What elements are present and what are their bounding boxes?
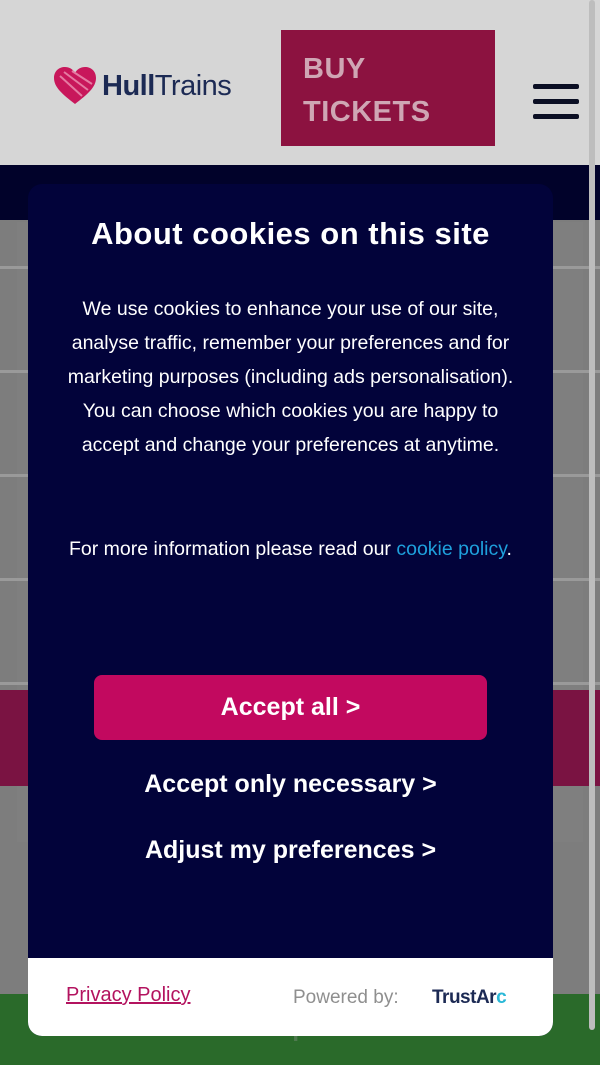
logo-text: HullTrains bbox=[102, 69, 232, 102]
trustarc-logo[interactable]: TrustArc bbox=[432, 987, 507, 1009]
cookie-consent-modal: About cookies on this site We use cookie… bbox=[28, 184, 553, 1036]
adjust-preferences-button[interactable]: Adjust my preferences > bbox=[28, 836, 553, 865]
modal-title: About cookies on this site bbox=[91, 216, 490, 251]
heart-logo-icon bbox=[54, 67, 96, 104]
powered-by-label: Powered by: bbox=[293, 987, 399, 1008]
modal-footer: Privacy Policy Powered by: TrustArc bbox=[28, 958, 553, 1036]
cookie-policy-link[interactable]: cookie policy bbox=[396, 538, 506, 560]
scrollbar[interactable] bbox=[589, 0, 595, 1030]
more-info-text: For more information please read our coo… bbox=[69, 538, 512, 560]
site-header: HullTrains BUY TICKETS bbox=[0, 0, 600, 165]
buy-tickets-button[interactable]: BUY TICKETS bbox=[281, 30, 495, 146]
hull-trains-logo[interactable]: HullTrains bbox=[52, 66, 232, 106]
accept-all-button[interactable]: Accept all > bbox=[94, 675, 487, 740]
hamburger-menu-icon[interactable] bbox=[533, 84, 579, 122]
privacy-policy-link[interactable]: Privacy Policy bbox=[66, 984, 190, 1007]
accept-necessary-button[interactable]: Accept only necessary > bbox=[28, 770, 553, 799]
cookie-description: We use cookies to enhance your use of ou… bbox=[67, 298, 514, 456]
